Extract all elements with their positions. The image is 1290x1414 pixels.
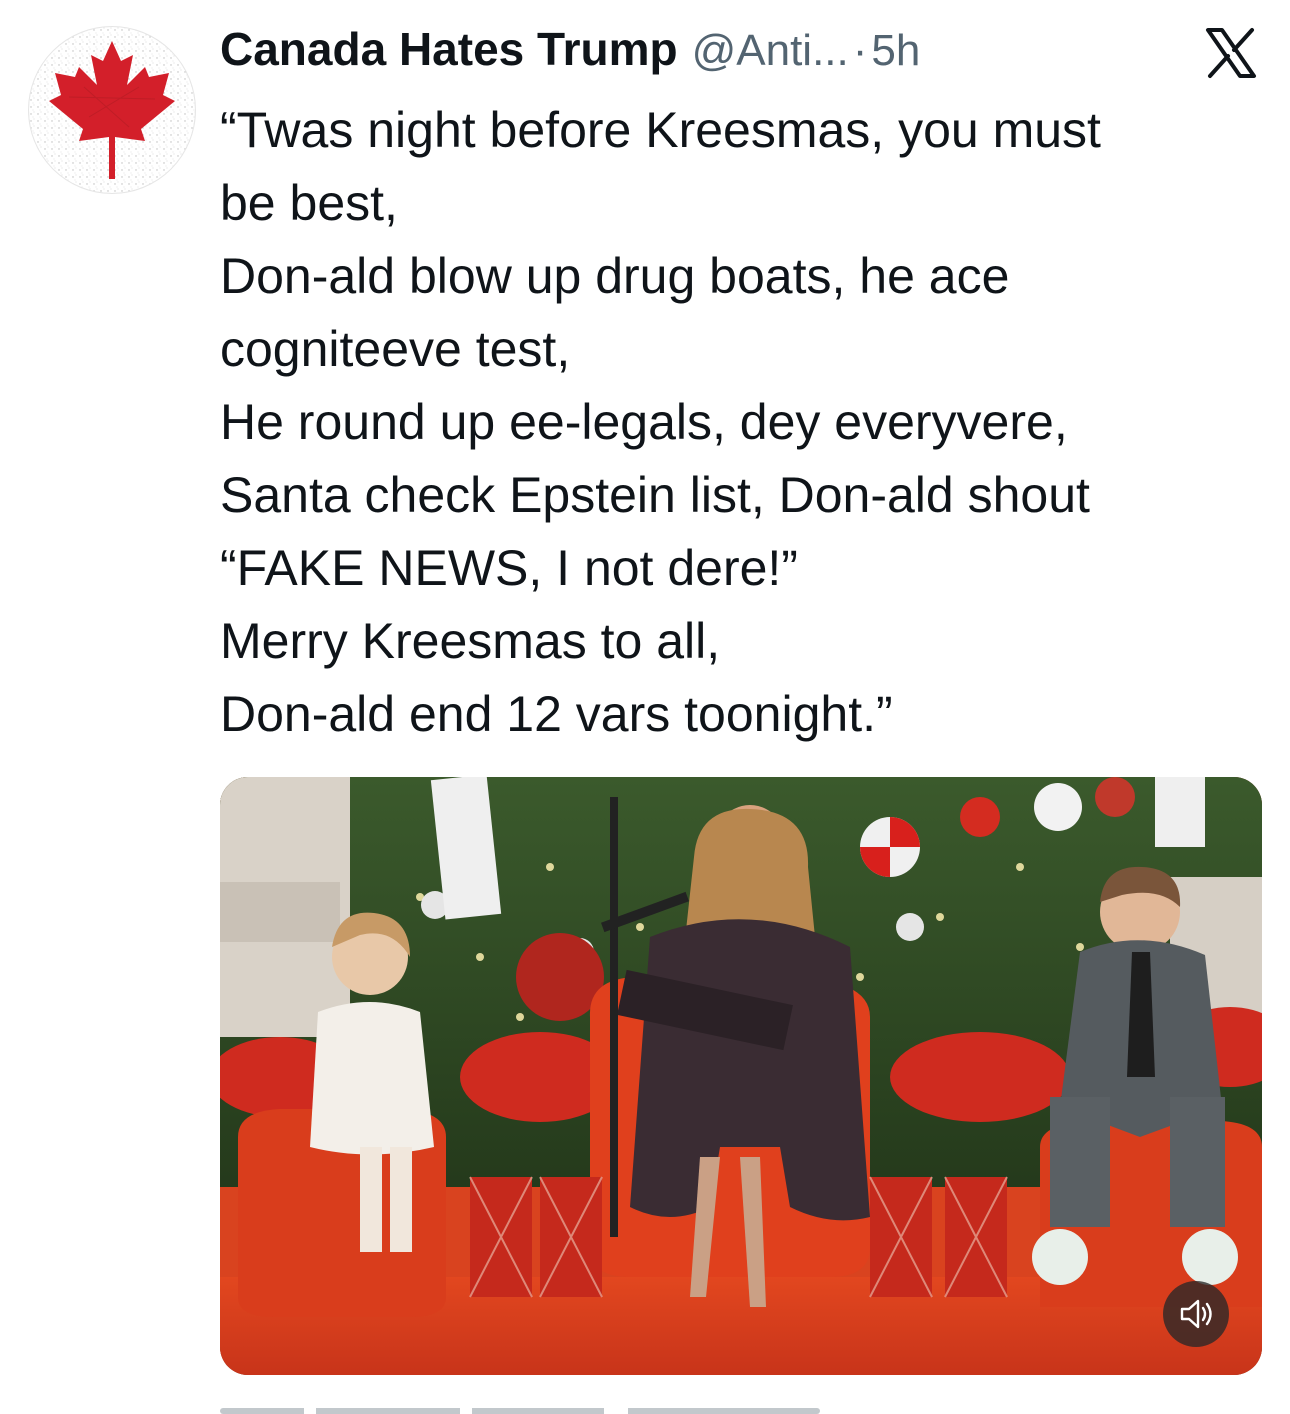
x-logo-icon	[1204, 26, 1258, 80]
mute-toggle-button[interactable]	[1163, 1281, 1229, 1347]
video-player[interactable]	[220, 777, 1262, 1375]
author-handle[interactable]: @Anti...	[692, 26, 849, 76]
avatar[interactable]	[28, 26, 196, 194]
tweet-line: Don-ald end 12 vars toonight.”	[220, 686, 893, 742]
tweet-line: be best,	[220, 175, 398, 231]
tweet-line: “Twas night before Kreesmas, you must	[220, 102, 1101, 158]
tweet-line: He round up ee-legals, dey everyvere,	[220, 394, 1068, 450]
tweet-line: Merry Kreesmas to all,	[220, 613, 721, 669]
tweet-line: Don-ald blow up drug boats, he ace	[220, 248, 1010, 304]
tweet-line: cogniteeve test,	[220, 321, 571, 377]
tweet-line: “FAKE NEWS, I not dere!”	[220, 540, 798, 596]
speaker-icon	[1180, 1299, 1212, 1329]
separator-dot: ·	[852, 26, 868, 75]
tweet-text: “Twas night before Kreesmas, you must be…	[220, 94, 1260, 751]
post-time[interactable]: 5h	[871, 26, 920, 76]
clipped-text	[220, 1400, 820, 1414]
video-frame	[220, 777, 1262, 1375]
tweet-line: Santa check Epstein list, Don-ald shout	[220, 467, 1090, 523]
maple-leaf-icon	[29, 27, 195, 193]
author-name[interactable]: Canada Hates Trump	[220, 22, 678, 76]
tweet-header: Canada Hates Trump @Anti... · 5h	[220, 22, 1250, 82]
